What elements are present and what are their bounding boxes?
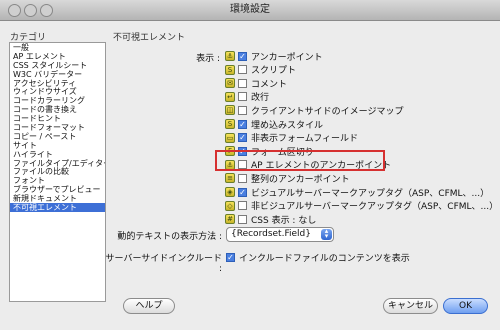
category-item[interactable]: W3C バリデーター bbox=[10, 70, 105, 79]
category-item[interactable]: 一般 bbox=[10, 43, 105, 52]
option-row[interactable]: ⚓ ✓ アンカーポイント bbox=[225, 50, 323, 63]
ok-button[interactable]: OK bbox=[443, 298, 488, 314]
close-window-button[interactable] bbox=[8, 4, 21, 17]
help-button[interactable]: ヘルプ bbox=[123, 298, 175, 314]
option-checkbox[interactable]: ✓ bbox=[238, 133, 247, 143]
category-item[interactable]: アクセシビリティ bbox=[10, 79, 105, 88]
embedded-style-icon: S bbox=[225, 119, 235, 129]
anchor-icon: ⚓ bbox=[225, 51, 235, 61]
category-item[interactable]: ウィンドウサイズ bbox=[10, 87, 105, 97]
category-item[interactable]: フォント bbox=[10, 176, 105, 185]
option-row[interactable]: ✉ コメント bbox=[225, 77, 288, 90]
option-checkbox[interactable] bbox=[238, 214, 247, 224]
category-item[interactable]: コードヒント bbox=[10, 114, 105, 123]
image-map-icon: ◫ bbox=[225, 105, 235, 116]
category-item[interactable]: ファイルの比較 bbox=[10, 167, 105, 177]
option-checkbox[interactable]: ✓ bbox=[238, 119, 247, 129]
option-label: 非ビジュアルサーバーマークアップタグ（ASP、CFML、...） bbox=[251, 202, 499, 213]
zoom-window-button[interactable] bbox=[40, 4, 53, 17]
category-item[interactable]: ハイライト bbox=[10, 150, 105, 159]
option-checkbox[interactable]: ✓ bbox=[238, 187, 247, 197]
option-label: 整列のアンカーポイント bbox=[251, 174, 350, 185]
option-label: コメント bbox=[251, 79, 288, 90]
category-item[interactable]: コードフォーマット bbox=[10, 123, 105, 132]
option-checkbox[interactable]: ✓ bbox=[238, 51, 247, 61]
server-include-row[interactable]: ✓ インクルードファイルのコンテンツを表示 bbox=[226, 251, 410, 264]
title-bar: 環境設定 bbox=[0, 0, 500, 21]
highlight-box bbox=[215, 150, 385, 171]
option-label: ビジュアルサーバーマークアップタグ（ASP、CFML、...） bbox=[251, 188, 490, 199]
server-include-text: インクルードファイルのコンテンツを表示 bbox=[239, 253, 410, 264]
line-break-icon: ↵ bbox=[225, 91, 235, 102]
category-item[interactable]: 新規ドキュメント bbox=[10, 194, 105, 203]
option-row[interactable]: ▭ ✓ 非表示フォームフィールド bbox=[225, 132, 358, 144]
category-item[interactable]: CSS スタイルシート bbox=[10, 61, 105, 70]
dynamic-text-label: 動的テキストの表示方法 : bbox=[117, 232, 222, 242]
option-row[interactable]: ◈ ✓ ビジュアルサーバーマークアップタグ（ASP、CFML、...） bbox=[225, 186, 490, 199]
category-item[interactable]: 不可視エレメント bbox=[10, 203, 105, 212]
category-item[interactable]: ブラウザーでプレビュー bbox=[10, 185, 105, 194]
category-item[interactable]: サイト bbox=[10, 141, 105, 150]
cancel-button[interactable]: キャンセル bbox=[383, 298, 438, 314]
option-label: スクリプト bbox=[251, 66, 297, 77]
category-item[interactable]: コードの書き換え bbox=[10, 105, 105, 114]
minimize-window-button[interactable] bbox=[24, 4, 37, 17]
dynamic-text-select[interactable]: {Recordset.Field} ▴ ▾ bbox=[226, 227, 334, 242]
option-checkbox[interactable] bbox=[238, 201, 247, 211]
server-markup-icon: ◈ bbox=[225, 187, 235, 197]
option-checkbox[interactable] bbox=[238, 78, 247, 88]
category-list[interactable]: 一般 AP エレメント CSS スタイルシート W3C バリデーター アクセシビリティウ… bbox=[9, 42, 106, 302]
option-label: 埋め込みスタイル bbox=[251, 120, 324, 131]
option-label: クライアントサイドのイメージマップ bbox=[251, 106, 404, 117]
option-row[interactable]: ≡ 整列のアンカーポイント bbox=[225, 172, 350, 185]
option-row[interactable]: S スクリプト bbox=[225, 64, 296, 76]
option-checkbox[interactable] bbox=[238, 105, 247, 115]
panel-heading: 不可視エレメント bbox=[113, 33, 186, 43]
category-item[interactable]: コードカラーリング bbox=[10, 96, 105, 105]
dynamic-text-value: {Recordset.Field} bbox=[231, 229, 311, 239]
css-display-none-icon: # bbox=[225, 214, 235, 225]
chevron-updown-icon: ▴ ▾ bbox=[321, 228, 332, 240]
show-label: 表示 : bbox=[196, 54, 220, 64]
option-label: アンカーポイント bbox=[251, 52, 323, 63]
option-checkbox[interactable] bbox=[238, 92, 247, 102]
server-include-checkbox[interactable]: ✓ bbox=[226, 252, 235, 262]
option-row[interactable]: # CSS 表示 : なし bbox=[225, 213, 317, 226]
option-label: CSS 表示 : なし bbox=[251, 215, 317, 226]
option-row[interactable]: ◫ クライアントサイドのイメージマップ bbox=[225, 104, 404, 117]
nonvisual-markup-icon: ◇ bbox=[225, 200, 235, 211]
align-anchor-icon: ≡ bbox=[225, 173, 235, 184]
script-icon: S bbox=[225, 64, 235, 75]
window-title: 環境設定 bbox=[230, 4, 270, 15]
category-item[interactable]: ファイルタイプ/エディター bbox=[10, 159, 105, 168]
option-label: 非表示フォームフィールド bbox=[251, 134, 359, 145]
option-label: 改行 bbox=[251, 93, 270, 104]
option-row[interactable]: ◇ 非ビジュアルサーバーマークアップタグ（ASP、CFML、...） bbox=[225, 200, 498, 212]
hidden-field-icon: ▭ bbox=[225, 132, 235, 143]
option-row[interactable]: S ✓ 埋め込みスタイル bbox=[225, 118, 324, 131]
category-item[interactable]: AP エレメント bbox=[10, 52, 105, 61]
option-row[interactable]: ↵ 改行 bbox=[225, 91, 269, 103]
preferences-window: 環境設定 カテゴリ 不可視エレメント 一般 AP エレメント CSS スタイルシート… bbox=[0, 0, 500, 330]
server-include-label: サーバーサイドインクルード : bbox=[105, 254, 222, 274]
comment-icon: ✉ bbox=[225, 78, 235, 89]
option-checkbox[interactable] bbox=[238, 173, 247, 183]
category-item[interactable]: コピー / ペースト bbox=[10, 132, 105, 141]
option-checkbox[interactable] bbox=[238, 65, 247, 75]
